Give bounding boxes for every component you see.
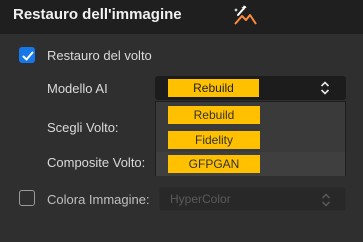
colorize-label: Colora Immagine: <box>47 192 150 207</box>
colorize-checkbox[interactable] <box>19 190 35 206</box>
colorize-selected-value: HyperColor <box>170 192 231 206</box>
ai-model-option-label: GFPGAN <box>168 155 260 173</box>
ai-model-option[interactable]: Fidelity <box>156 128 345 152</box>
panel-title: Restauro dell'immagine <box>13 6 182 23</box>
panel-header: Restauro dell'immagine <box>0 0 363 34</box>
ai-model-selected-value: Rebuild <box>168 79 259 97</box>
ai-model-option[interactable]: Rebuild <box>156 103 345 127</box>
ai-model-option-label: Fidelity <box>168 131 260 149</box>
ai-model-option[interactable]: GFPGAN <box>156 152 345 176</box>
checkmark-icon <box>22 51 34 61</box>
ai-model-select[interactable]: Rebuild <box>155 76 346 100</box>
ai-model-dropdown-list: Rebuild Fidelity GFPGAN <box>155 101 346 176</box>
image-restoration-panel: Restauro dell'immagine Restauro del volt… <box>0 0 363 242</box>
ai-model-label: Modello AI <box>47 81 108 96</box>
colorize-select[interactable]: HyperColor <box>159 187 346 211</box>
face-restore-checkbox[interactable] <box>19 47 35 63</box>
composite-face-label: Composite Volto: <box>47 155 146 170</box>
up-down-chevron-icon <box>320 81 330 95</box>
choose-face-label: Scegli Volto: <box>47 120 119 135</box>
up-down-chevron-icon <box>321 193 331 207</box>
ai-model-option-label: Rebuild <box>168 106 260 124</box>
magic-wand-mountain-icon <box>234 5 257 25</box>
face-restore-label: Restauro del volto <box>47 48 152 63</box>
